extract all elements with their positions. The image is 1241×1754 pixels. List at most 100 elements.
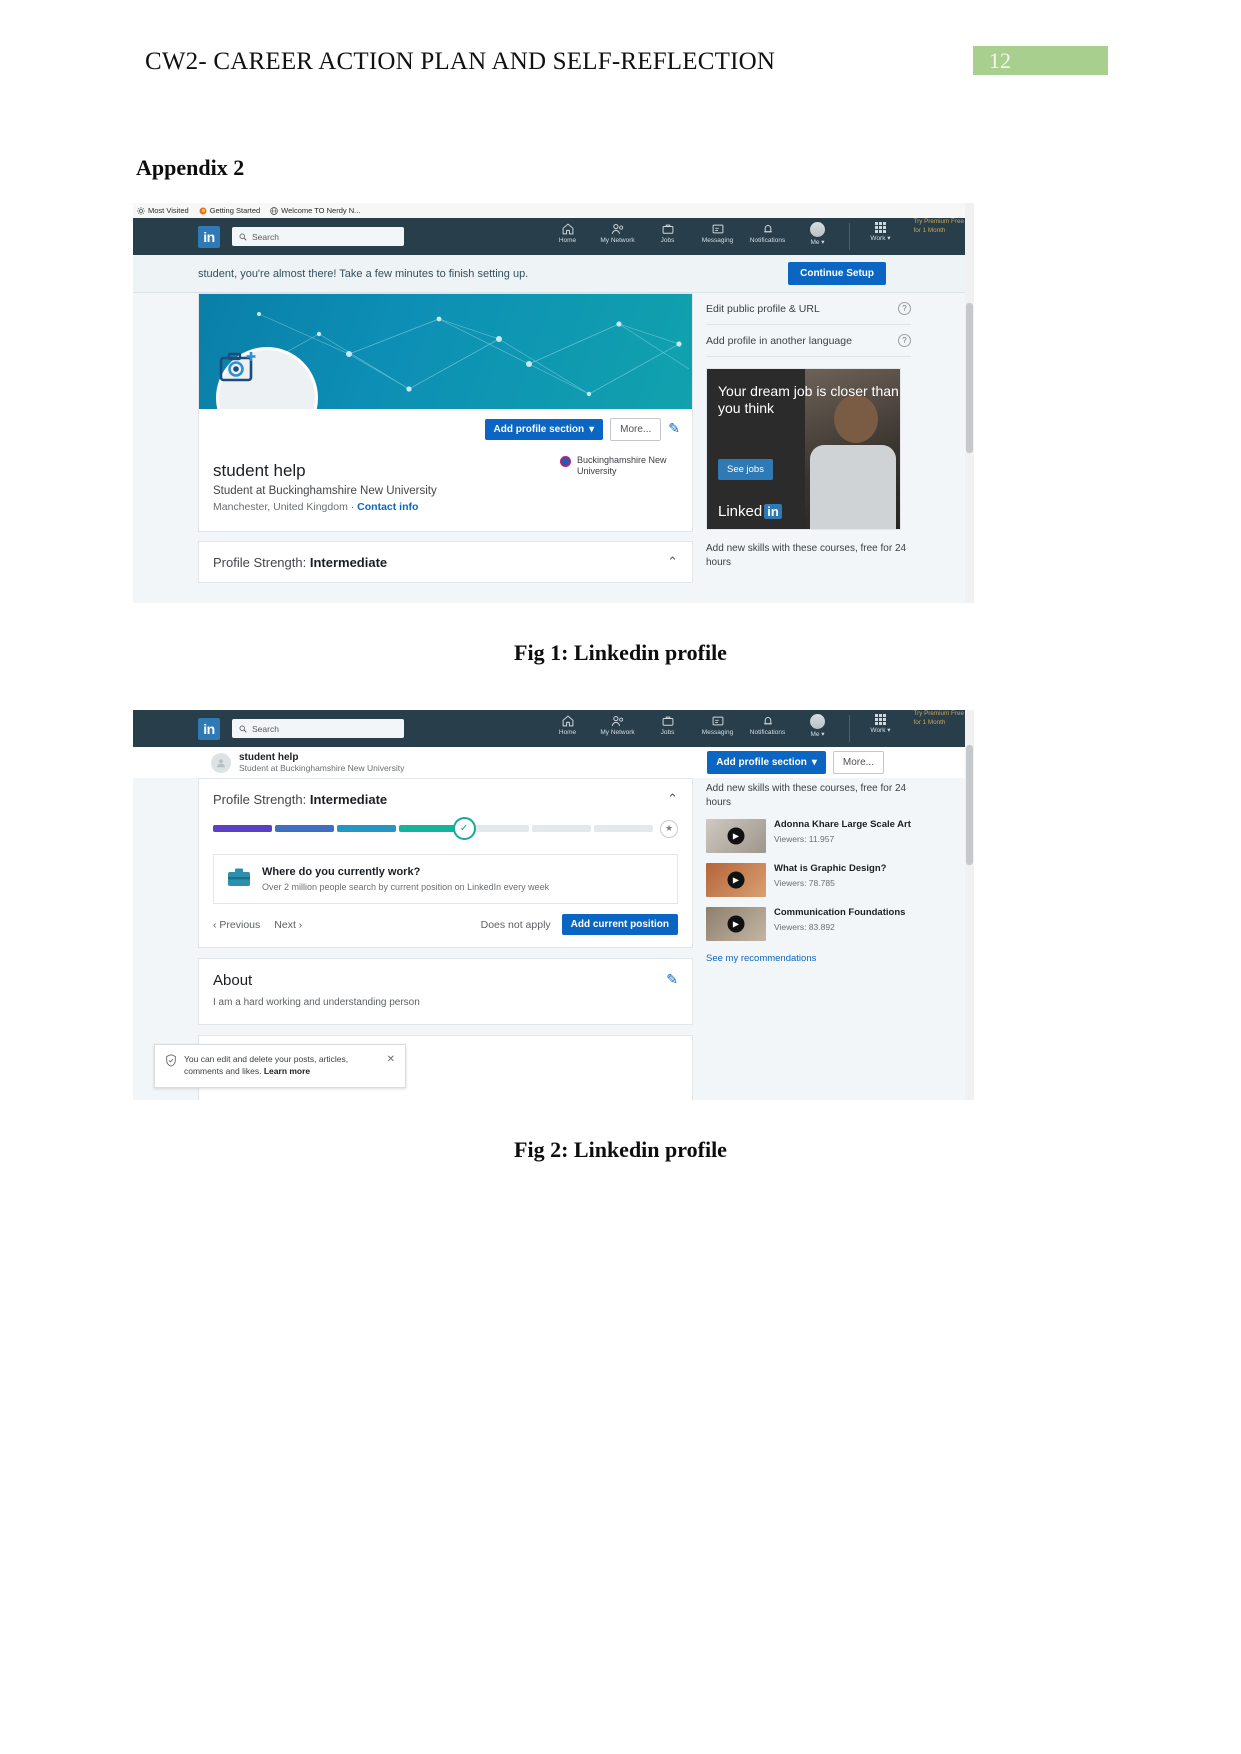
nav-item-home[interactable]: Home: [543, 218, 593, 244]
nav-label: Home: [558, 729, 577, 736]
search-placeholder: Search: [252, 231, 279, 242]
ad-headline: Your dream job is closer than you think: [718, 383, 899, 417]
more-button[interactable]: More...: [832, 751, 884, 774]
scrollbar-thumb[interactable]: [966, 303, 973, 453]
work-prompt-box: Where do you currently work? Over 2 mill…: [213, 854, 678, 904]
linkedin-logo-icon[interactable]: in: [198, 717, 220, 740]
nav-item-me[interactable]: Me ▾: [793, 218, 843, 246]
continue-setup-button[interactable]: Continue Setup: [788, 262, 886, 285]
see-jobs-button[interactable]: See jobs: [718, 459, 773, 480]
course-item[interactable]: ▶ Communication Foundations Viewers: 83.…: [706, 907, 911, 941]
profile-strength-card: Profile Strength: Intermediate ⌃: [198, 541, 693, 583]
nav-item-me[interactable]: Me ▾: [793, 710, 843, 738]
previous-button[interactable]: ‹ Previous: [213, 919, 260, 931]
work-prompt-navigation: ‹ Previous Next › Does not apply Add cur…: [199, 914, 692, 947]
separator: ·: [350, 501, 355, 513]
profile-action-buttons: Add profile section ▾ More... ✎: [484, 418, 680, 441]
work-prompt-text: Where do you currently work? Over 2 mill…: [262, 866, 549, 892]
nav-label: Notifications: [749, 729, 786, 736]
figure-1-caption: Fig 1: Linkedin profile: [514, 640, 727, 665]
search-icon: [239, 228, 247, 246]
promoted-ad-card[interactable]: Your dream job is closer than you think …: [706, 368, 901, 530]
close-icon[interactable]: ✕: [387, 1054, 395, 1078]
privacy-toast: You can edit and delete your posts, arti…: [154, 1044, 406, 1088]
nav-item-messaging[interactable]: Messaging: [693, 218, 743, 244]
courses-note: Add new skills with these courses, free …: [706, 783, 907, 808]
figure-2-caption: Fig 2: Linkedin profile: [514, 1137, 727, 1162]
bookmark-label: Welcome TO Nerdy N...: [281, 206, 361, 215]
learn-more-link[interactable]: Learn more: [264, 1066, 310, 1076]
nav-label: Me ▾: [810, 239, 825, 246]
help-icon[interactable]: ?: [898, 334, 911, 347]
next-button[interactable]: Next ›: [274, 919, 302, 931]
briefcase-icon: [226, 866, 252, 888]
nav-item-home[interactable]: Home: [543, 710, 593, 736]
pencil-icon[interactable]: ✎: [666, 972, 678, 989]
course-title: Communication Foundations: [774, 907, 906, 918]
setup-banner-text: student, you're almost there! Take a few…: [198, 267, 529, 280]
nav-item-my-network[interactable]: My Network: [593, 710, 643, 736]
bookmark-most-visited[interactable]: Most Visited: [137, 206, 189, 215]
about-header: About ✎: [199, 959, 692, 997]
pencil-icon[interactable]: ✎: [668, 421, 680, 438]
progress-segment: [337, 825, 397, 832]
chevron-up-icon[interactable]: ⌃: [667, 554, 678, 570]
try-premium-link[interactable]: Try Premium Free for 1 Month: [914, 218, 965, 235]
scrollbar-thumb[interactable]: [966, 745, 973, 865]
add-language-link[interactable]: Add profile in another language ?: [706, 325, 911, 357]
appendix-heading: Appendix 2: [136, 155, 245, 180]
search-input[interactable]: Search: [232, 719, 404, 738]
more-button[interactable]: More...: [610, 418, 662, 441]
school-name: Buckinghamshire New University: [577, 455, 667, 477]
bookmark-welcome-nerdy[interactable]: Welcome TO Nerdy N...: [270, 206, 360, 215]
vertical-scrollbar[interactable]: [965, 203, 974, 603]
nav-item-my-network[interactable]: My Network: [593, 218, 643, 244]
see-recommendations-link[interactable]: See my recommendations: [706, 953, 911, 964]
course-item[interactable]: ▶ Adonna Khare Large Scale Art Viewers: …: [706, 819, 911, 853]
nav-item-jobs[interactable]: Jobs: [643, 710, 693, 736]
linkedin-navbar: in Search Home My Network Jobs Messaging…: [133, 710, 974, 747]
edit-public-profile-link[interactable]: Edit public profile & URL ?: [706, 293, 911, 325]
help-icon[interactable]: ?: [898, 302, 911, 315]
nav-item-notifications[interactable]: Notifications: [743, 710, 793, 736]
nav-item-work[interactable]: Work ▾: [856, 710, 906, 734]
firefox-icon: [199, 207, 207, 215]
bookmark-label: Most Visited: [148, 206, 189, 215]
nav-item-messaging[interactable]: Messaging: [693, 710, 743, 736]
progress-segment: [399, 825, 459, 832]
nav-item-jobs[interactable]: Jobs: [643, 218, 693, 244]
nav-label: Messaging: [701, 237, 734, 244]
vertical-scrollbar[interactable]: [965, 710, 974, 1100]
nav-label: Jobs: [660, 237, 675, 244]
avatar: [211, 752, 231, 773]
search-input[interactable]: Search: [232, 227, 404, 246]
add-profile-section-button[interactable]: Add profile section ▾: [707, 751, 826, 774]
bookmark-getting-started[interactable]: Getting Started: [199, 206, 260, 215]
nav-divider: [848, 715, 850, 742]
add-current-position-button[interactable]: Add current position: [561, 914, 678, 935]
nav-items: Home My Network Jobs Messaging Notificat…: [543, 710, 975, 747]
course-item[interactable]: ▶ What is Graphic Design? Viewers: 78.78…: [706, 863, 911, 897]
nav-label: Me ▾: [810, 731, 825, 738]
try-premium-link[interactable]: Try Premium Free for 1 Month: [914, 710, 965, 727]
chevron-up-icon[interactable]: ⌃: [667, 791, 678, 807]
nav-item-notifications[interactable]: Notifications: [743, 218, 793, 244]
nav-label: Jobs: [660, 729, 675, 736]
sticky-profile-text: student help Student at Buckinghamshire …: [239, 752, 404, 773]
play-icon: ▶: [727, 871, 745, 889]
toast-text: You can edit and delete your posts, arti…: [184, 1054, 349, 1077]
course-thumbnail: ▶: [706, 863, 766, 897]
search-placeholder: Search: [252, 723, 279, 734]
setup-banner: student, you're almost there! Take a few…: [133, 255, 974, 293]
avatar: [810, 714, 825, 729]
nav-item-work[interactable]: Work ▾: [856, 218, 906, 242]
does-not-apply-button[interactable]: Does not apply: [481, 919, 551, 931]
progress-segment: [593, 825, 653, 832]
linkedin-navbar: in Search Home My Network Jobs Messaging…: [133, 218, 974, 255]
profile-strength-header: Profile Strength: Intermediate ⌃: [199, 779, 692, 817]
contact-info-link[interactable]: Contact info: [357, 501, 418, 513]
chevron-down-icon: ▾: [589, 424, 595, 435]
add-profile-section-button[interactable]: Add profile section ▾: [484, 419, 604, 440]
linkedin-logo-icon[interactable]: in: [198, 225, 220, 248]
profile-strength-text: Profile Strength: Intermediate: [213, 791, 388, 807]
